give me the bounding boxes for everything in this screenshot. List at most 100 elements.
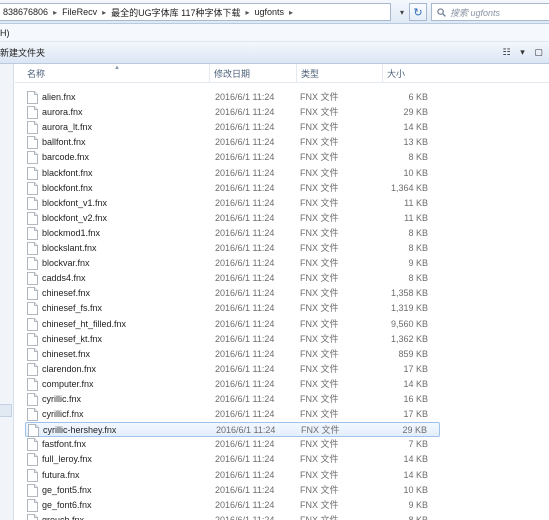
file-row[interactable]: cadds4.fnx 2016/6/1 11:24 FNX 文件 8 KB <box>25 271 440 286</box>
column-header-type[interactable]: 类型 <box>296 64 380 83</box>
file-type: FNX 文件 <box>300 409 339 420</box>
breadcrumb-chevron-icon[interactable]: ▸ <box>51 8 59 17</box>
breadcrumb-chevron-icon[interactable]: ▸ <box>287 8 295 17</box>
file-date: 2016/6/1 11:24 <box>215 409 275 420</box>
breadcrumb-chevron-icon[interactable]: ▸ <box>243 8 251 17</box>
breadcrumb-item[interactable]: ugfonts <box>251 7 287 17</box>
file-row[interactable]: cyrillicf.fnx 2016/6/1 11:24 FNX 文件 17 KB <box>25 407 440 422</box>
file-type: FNX 文件 <box>300 107 339 118</box>
file-type: FNX 文件 <box>300 92 339 102</box>
file-name: barcode.fnx <box>42 152 90 163</box>
file-type: FNX 文件 <box>301 425 340 436</box>
file-type: FNX 文件 <box>300 514 339 520</box>
file-name: full_leroy.fnx <box>42 454 92 465</box>
command-bar: 新建文件夹 ☷ ▾ ▢ <box>0 42 549 64</box>
file-type: FNX 文件 <box>300 484 339 495</box>
file-row[interactable]: blockvar.fnx 2016/6/1 11:24 FNX 文件 9 KB <box>25 256 440 271</box>
view-dropdown-icon[interactable]: ▾ <box>516 45 529 59</box>
file-size: 14 KB <box>403 122 428 133</box>
file-row[interactable]: chineset.fnx 2016/6/1 11:24 FNX 文件 859 KB <box>25 347 440 362</box>
file-row[interactable]: blackfont.fnx 2016/6/1 11:24 FNX 文件 10 KB <box>25 166 440 181</box>
file-type: FNX 文件 <box>300 394 339 404</box>
file-icon <box>27 121 38 135</box>
file-row[interactable]: blockfont_v2.fnx 2016/6/1 11:24 FNX 文件 11 K… <box>25 211 440 226</box>
refresh-button[interactable]: ↻ <box>409 3 427 21</box>
file-row[interactable]: chinesef.fnx 2016/6/1 11:24 FNX 文件 1,358 KB <box>25 286 440 301</box>
file-date: 2016/6/1 11:24 <box>215 439 275 450</box>
column-header-size[interactable]: 大小 <box>382 64 442 83</box>
file-icon <box>27 272 38 286</box>
file-row[interactable]: computer.fnx 2016/6/1 11:24 FNX 文件 14 KB <box>25 377 440 392</box>
file-icon <box>27 317 38 331</box>
file-row[interactable]: cyrillic.fnx 2016/6/1 11:24 FNX 文件 16 KB <box>25 392 440 407</box>
file-row[interactable]: blockfont_v1.fnx 2016/6/1 11:24 FNX 文件 11 K… <box>25 196 440 211</box>
file-row[interactable]: blockfont.fnx 2016/6/1 11:24 FNX 文件 1,364 K… <box>25 181 440 196</box>
file-name: blockfont_v2.fnx <box>42 212 108 223</box>
file-type: FNX 文件 <box>300 212 339 223</box>
menu-item-help[interactable]: H) <box>0 28 10 38</box>
file-name: blockmod1.fnx <box>42 227 101 238</box>
preview-pane-icon[interactable]: ▢ <box>532 45 545 59</box>
navigation-pane-selected-item[interactable] <box>0 404 12 417</box>
file-row[interactable]: blockslant.fnx 2016/6/1 11:24 FNX 文件 8 KB <box>25 241 440 256</box>
navigation-pane[interactable] <box>0 64 14 520</box>
file-size: 9 KB <box>408 258 428 269</box>
breadcrumb[interactable]: 838676806 ▸ FileRecv ▸ 最全的UG字体库 117种字体下载… <box>0 3 391 21</box>
file-name: cyrillic-hershey.fnx <box>43 425 117 436</box>
address-history-dropdown-icon[interactable]: ▾ <box>396 3 408 21</box>
column-header-date[interactable]: 修改日期 <box>209 64 294 83</box>
file-row[interactable]: ge_font5.fnx 2016/6/1 11:24 FNX 文件 10 KB <box>25 483 440 498</box>
file-date: 2016/6/1 11:24 <box>215 469 275 480</box>
file-type: FNX 文件 <box>300 288 339 299</box>
breadcrumb-chevron-icon[interactable]: ▸ <box>100 8 108 17</box>
search-input[interactable]: 搜索 ugfonts <box>431 3 549 21</box>
file-name: fastfont.fnx <box>42 439 87 450</box>
file-type: FNX 文件 <box>300 454 339 465</box>
file-type: FNX 文件 <box>300 197 339 208</box>
file-type: FNX 文件 <box>300 182 339 193</box>
file-date: 2016/6/1 11:24 <box>215 122 275 133</box>
file-size: 8 KB <box>408 514 428 520</box>
change-view-icon[interactable]: ☷ <box>500 45 513 59</box>
file-row[interactable]: alien.fnx 2016/6/1 11:24 FNX 文件 6 KB <box>25 90 440 105</box>
breadcrumb-item[interactable]: 838676806 <box>0 7 51 17</box>
file-row[interactable]: blockmod1.fnx 2016/6/1 11:24 FNX 文件 8 KB <box>25 226 440 241</box>
file-row[interactable]: clarendon.fnx 2016/6/1 11:24 FNX 文件 17 KB <box>25 362 440 377</box>
file-row[interactable]: full_leroy.fnx 2016/6/1 11:24 FNX 文件 14 KB <box>25 452 440 467</box>
file-date: 2016/6/1 11:24 <box>215 303 275 314</box>
file-icon <box>27 166 38 180</box>
file-date: 2016/6/1 11:24 <box>215 167 275 178</box>
file-name: futura.fnx <box>42 469 80 480</box>
breadcrumb-item[interactable]: FileRecv <box>59 7 100 17</box>
file-date: 2016/6/1 11:24 <box>215 394 275 404</box>
file-row[interactable]: aurora_lt.fnx 2016/6/1 11:24 FNX 文件 14 KB <box>25 120 440 135</box>
file-size: 17 KB <box>403 363 428 374</box>
file-size: 10 KB <box>403 484 428 495</box>
file-date: 2016/6/1 11:24 <box>215 318 275 329</box>
file-name: computer.fnx <box>42 378 94 389</box>
file-name: chinesef_ht_filled.fnx <box>42 318 127 329</box>
file-row[interactable]: chinesef_ht_filled.fnx 2016/6/1 11:24 FNX … <box>25 317 440 332</box>
file-row[interactable]: barcode.fnx 2016/6/1 11:24 FNX 文件 8 KB <box>25 150 440 165</box>
breadcrumb-item[interactable]: 最全的UG字体库 117种字体下载 <box>108 6 243 19</box>
file-row[interactable]: grouch.fnx 2016/6/1 11:24 FNX 文件 8 KB <box>25 513 440 520</box>
file-icon <box>27 408 38 421</box>
file-row[interactable]: chinesef_kt.fnx 2016/6/1 11:24 FNX 文件 1,362… <box>25 332 440 347</box>
file-size: 10 KB <box>403 167 428 178</box>
file-row[interactable]: futura.fnx 2016/6/1 11:24 FNX 文件 14 KB <box>25 468 440 483</box>
file-row[interactable]: ballfont.fnx 2016/6/1 11:24 FNX 文件 13 KB <box>25 135 440 150</box>
file-type: FNX 文件 <box>300 243 339 253</box>
file-date: 2016/6/1 11:24 <box>215 273 275 284</box>
file-row[interactable]: fastfont.fnx 2016/6/1 11:24 FNX 文件 7 KB <box>25 437 440 452</box>
file-row[interactable]: aurora.fnx 2016/6/1 11:24 FNX 文件 29 KB <box>25 105 440 120</box>
file-icon <box>27 347 38 361</box>
file-icon <box>27 196 38 210</box>
new-folder-button[interactable]: 新建文件夹 <box>0 46 45 59</box>
file-name: chinesef_kt.fnx <box>42 333 103 344</box>
file-row[interactable]: ge_font6.fnx 2016/6/1 11:24 FNX 文件 9 KB <box>25 498 440 513</box>
file-icon <box>27 438 38 452</box>
file-row[interactable]: chinesef_fs.fnx 2016/6/1 11:24 FNX 文件 1,319… <box>25 301 440 316</box>
column-header-name[interactable]: 名称 <box>27 64 207 83</box>
file-type: FNX 文件 <box>300 333 339 344</box>
file-row[interactable]: cyrillic-hershey.fnx 2016/6/1 11:24 FNX 文件… <box>25 422 440 438</box>
